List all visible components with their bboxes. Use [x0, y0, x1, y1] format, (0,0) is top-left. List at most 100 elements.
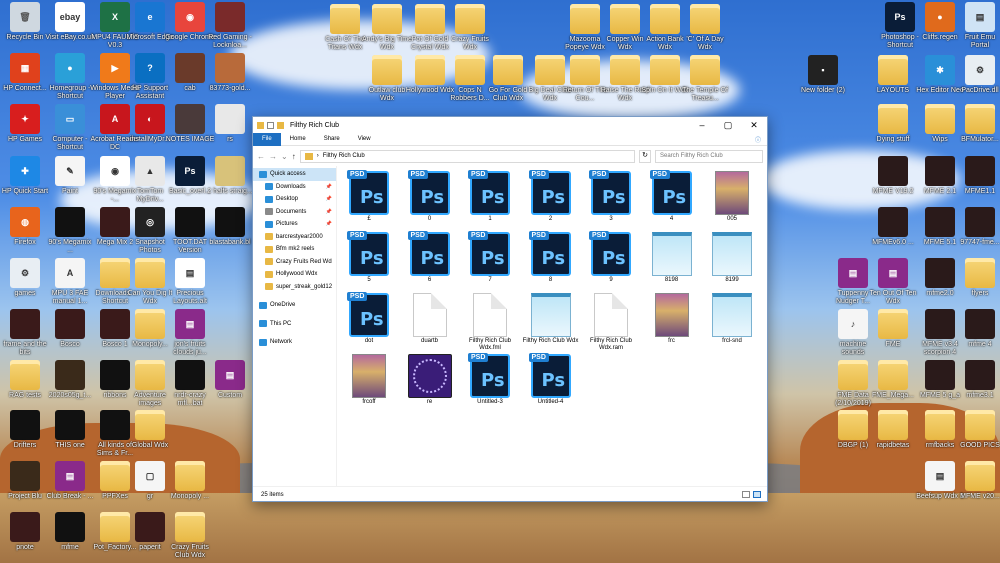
desktop-icon[interactable]: 'C' Of A Day Wdx: [680, 4, 730, 52]
search-box[interactable]: Search Filthy Rich Club: [655, 149, 763, 163]
desktop-icon[interactable]: FME_Mega...: [868, 360, 918, 400]
title-bar[interactable]: Filthy Rich Club – ▢ ✕: [253, 117, 767, 133]
file-item[interactable]: PSD Ps £: [341, 170, 397, 223]
properties-icon[interactable]: [267, 121, 274, 129]
tab-home[interactable]: Home: [281, 133, 315, 146]
minimize-icon[interactable]: –: [689, 120, 715, 131]
desktop-icon[interactable]: frame and the bits: [0, 309, 50, 357]
file-item[interactable]: Filthy Rich Club Wdx.ram: [583, 292, 639, 352]
nav-item[interactable]: Downloads 📌: [253, 181, 336, 194]
desktop-icon[interactable]: ⚙ PacDrive.dll: [955, 55, 1000, 95]
desktop-icon[interactable]: A MPU 3 FAE manual 1...: [45, 258, 95, 306]
desktop-icon[interactable]: Monopoly ...: [165, 461, 215, 501]
file-grid[interactable]: PSD Ps £ PSD Ps 0 PSD Ps 1 PSD Ps 2 PSD Ps 3 PSD Ps 4 005 P…: [337, 166, 767, 486]
file-item[interactable]: Filthy Rich Club Wdx.fml: [462, 292, 518, 352]
desktop-icon[interactable]: Bosco: [45, 309, 95, 349]
nav-item[interactable]: Desktop 📌: [253, 193, 336, 206]
file-item[interactable]: duartb: [402, 292, 458, 345]
file-item[interactable]: PSD Ps 4: [644, 170, 700, 223]
tab-share[interactable]: Share: [315, 133, 349, 146]
desktop-icon[interactable]: GOOD PICS: [955, 410, 1000, 450]
desktop-icon[interactable]: FME: [868, 309, 918, 349]
file-item[interactable]: PSD Ps 3: [583, 170, 639, 223]
desktop-icon[interactable]: ▦ HP Connect...: [0, 53, 50, 93]
file-item[interactable]: PSD Ps 8: [523, 231, 579, 284]
file-item[interactable]: PSD Ps 6: [402, 231, 458, 284]
tab-view[interactable]: View: [349, 133, 380, 146]
nav-item[interactable]: Crazy Fruits Red Wd: [253, 256, 336, 269]
desktop-icon[interactable]: ● Homegroup - Shortcut: [45, 53, 95, 101]
desktop-icon[interactable]: ✦ HP Games: [0, 104, 50, 144]
desktop-icon[interactable]: Global Wdx: [125, 410, 175, 450]
desktop-icon[interactable]: mfme 4: [955, 309, 1000, 349]
desktop-icon[interactable]: blastabank.bl: [205, 207, 255, 247]
desktop-icon[interactable]: pnote: [0, 512, 50, 552]
desktop-icon[interactable]: Dying stuff: [868, 104, 918, 144]
back-arrow-icon[interactable]: ←: [257, 152, 265, 161]
file-item[interactable]: PSD Ps 7: [462, 231, 518, 284]
desktop-icon[interactable]: MFME V19.2: [868, 156, 918, 196]
file-item[interactable]: re: [402, 353, 458, 406]
file-item[interactable]: frcl-snd: [704, 292, 760, 345]
desktop-icon[interactable]: ▤ Custom: [205, 360, 255, 400]
nav-item[interactable]: barcrestyear2000: [253, 231, 336, 244]
large-icons-view-icon[interactable]: [753, 491, 761, 498]
file-item[interactable]: frcoff: [341, 353, 397, 406]
nav-item[interactable]: OneDrive: [253, 299, 336, 312]
chevron-right-icon[interactable]: ›: [317, 153, 319, 159]
desktop-icon[interactable]: ▪ New folder (2): [798, 55, 848, 95]
desktop-icon[interactable]: ✎ Paint: [45, 156, 95, 196]
desktop-icon[interactable]: LAYOUTS: [868, 55, 918, 95]
desktop-icon[interactable]: THIS one: [45, 410, 95, 450]
file-item[interactable]: 8198: [644, 231, 700, 284]
recent-chevron-icon[interactable]: ⌄: [281, 152, 288, 161]
nav-item[interactable]: Network: [253, 336, 336, 349]
desktop-icon[interactable]: MFME v20...: [955, 461, 1000, 501]
file-item[interactable]: PSD Ps 9: [583, 231, 639, 284]
nav-item[interactable]: Pictures 📌: [253, 218, 336, 231]
file-item[interactable]: PSD Ps 0: [402, 170, 458, 223]
file-item[interactable]: PSD Ps Untitled-3: [462, 353, 518, 406]
desktop-icon[interactable]: Crazy Fruits Wdx: [445, 4, 495, 52]
desktop-icon[interactable]: 83773-gold...: [205, 53, 255, 93]
desktop-icon[interactable]: ebay Visit eBay.co.uk: [45, 2, 95, 42]
file-item[interactable]: PSD Ps 5: [341, 231, 397, 284]
file-item[interactable]: PSD Ps 2: [523, 170, 579, 223]
desktop-icon[interactable]: ▤ Precious Layouts.alt: [165, 258, 215, 306]
desktop-icon[interactable]: 2 halfs straig...: [205, 156, 255, 196]
file-item[interactable]: 8199: [704, 231, 760, 284]
file-item[interactable]: PSD Ps 1: [462, 170, 518, 223]
navigation-pane[interactable]: Quick access Downloads 📌 Desktop 📌 Documents 📌…: [253, 166, 337, 486]
nav-item[interactable]: Documents 📌: [253, 206, 336, 219]
desktop-icon[interactable]: 90's Megamix ...: [45, 207, 95, 255]
forward-arrow-icon[interactable]: →: [269, 152, 277, 161]
desktop-icon[interactable]: mfme3.1: [955, 360, 1000, 400]
close-icon[interactable]: ✕: [741, 120, 767, 131]
nav-item[interactable]: Quick access: [253, 168, 336, 181]
desktop-icon[interactable]: ⚙ games: [0, 258, 50, 298]
desktop-icon[interactable]: flyers: [955, 258, 1000, 298]
address-bar[interactable]: › Filthy Rich Club: [299, 149, 635, 163]
desktop-icon[interactable]: ◍ Firefox: [0, 207, 50, 247]
desktop-icon[interactable]: rs: [205, 104, 255, 144]
nav-item[interactable]: This PC: [253, 318, 336, 331]
desktop-icon[interactable]: 🗑 Recycle Bin: [0, 2, 50, 42]
nav-item[interactable]: super_streak_gold12: [253, 281, 336, 294]
file-explorer-window[interactable]: Filthy Rich Club – ▢ ✕ File Home Share V…: [252, 116, 768, 502]
desktop-icon[interactable]: ▤ jon's fruits clouds ju...: [165, 309, 215, 357]
maximize-icon[interactable]: ▢: [715, 120, 741, 131]
help-icon[interactable]: ⓘ: [755, 135, 767, 144]
new-folder-icon[interactable]: [277, 121, 284, 129]
file-item[interactable]: Filthy Rich Club Wdx: [523, 292, 579, 345]
details-view-icon[interactable]: [742, 491, 750, 498]
desktop-icon[interactable]: mfme: [45, 512, 95, 552]
file-item[interactable]: PSD Ps Untitled-4: [523, 353, 579, 406]
file-item[interactable]: PSD Ps dot: [341, 292, 397, 345]
desktop-icon[interactable]: Project Blu: [0, 461, 50, 501]
desktop-icon[interactable]: ▤ Fruit Emu Portal: [955, 2, 1000, 50]
desktop-icon[interactable]: 2020s05g_t...: [45, 360, 95, 400]
desktop-icon[interactable]: RAG tests: [0, 360, 50, 400]
tab-file[interactable]: File: [253, 132, 281, 146]
up-arrow-icon[interactable]: ↑: [292, 152, 296, 161]
desktop-icon[interactable]: Drifters: [0, 410, 50, 450]
